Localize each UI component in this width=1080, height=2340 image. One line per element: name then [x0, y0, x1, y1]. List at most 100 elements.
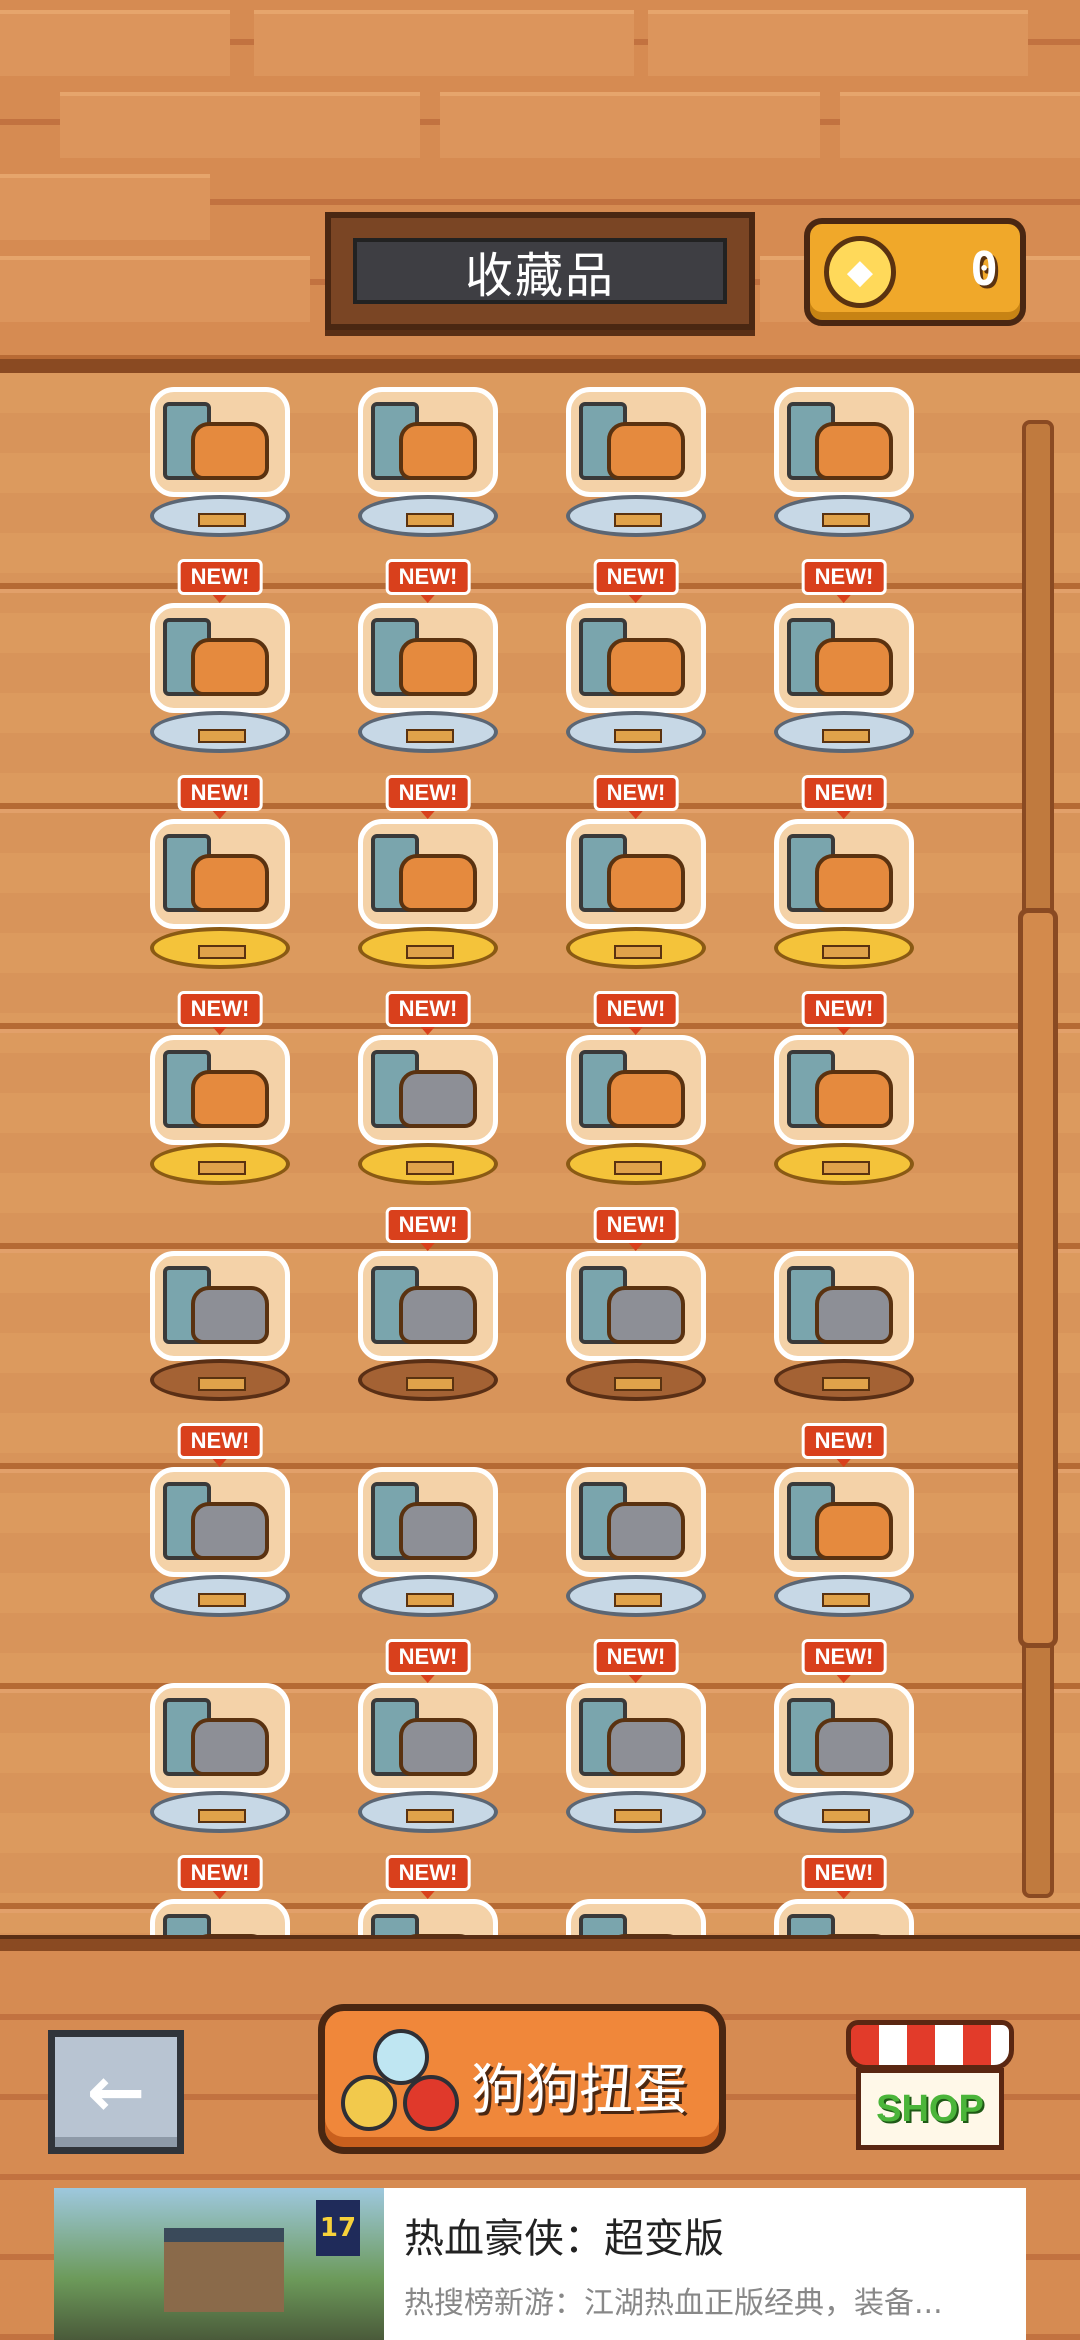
pedestal-silver	[358, 495, 498, 537]
dog-icon	[815, 422, 893, 480]
figurine-image	[774, 603, 914, 713]
collection-item-golden-bed-dog[interactable]: NEW!	[536, 991, 736, 1205]
new-badge: NEW!	[801, 1855, 887, 1899]
figurine-image	[358, 1899, 498, 1935]
pedestal-plaque	[822, 513, 870, 527]
figurine-image	[566, 1467, 706, 1577]
cat-icon	[399, 1286, 477, 1344]
cat-icon	[607, 1286, 685, 1344]
figurine-image	[150, 603, 290, 713]
pedestal-silver	[150, 1575, 290, 1617]
gold-coin-icon: ◆	[824, 236, 896, 308]
collection-item-flower-bed[interactable]	[536, 373, 736, 557]
dog-icon	[607, 1070, 685, 1128]
collection-item-gray-cat-sitting[interactable]	[120, 1211, 320, 1421]
collection-item-tea-party-dog[interactable]: NEW!	[744, 559, 944, 773]
collection-item-sofa-dog[interactable]	[120, 373, 320, 557]
collection-item-sofa-dog-cat[interactable]	[536, 1427, 736, 1637]
collection-item-tv-stand[interactable]	[328, 373, 528, 557]
collection-item-red-cushion-dog[interactable]	[744, 373, 944, 557]
new-badge: NEW!	[593, 1207, 679, 1251]
new-badge: NEW!	[385, 559, 471, 603]
collection-item-arched-door-cat[interactable]	[120, 1643, 320, 1853]
pedestal-plaque	[406, 1593, 454, 1607]
figurine-image	[774, 1035, 914, 1145]
pedestal-silver	[566, 1575, 706, 1617]
pedestal-gold	[150, 1143, 290, 1185]
figurine-image	[566, 819, 706, 929]
pedestal-bronze	[774, 1359, 914, 1401]
collection-item-dog-and-cat-duo[interactable]	[328, 1427, 528, 1637]
collection-item-floor-lamp-cat[interactable]: NEW!	[328, 1207, 528, 1421]
figurine-image	[774, 819, 914, 929]
back-button[interactable]: ←	[48, 2030, 184, 2154]
collection-item-plant-stool-cat[interactable]	[744, 1211, 944, 1421]
pedestal-plaque	[614, 1809, 662, 1823]
dog-icon	[191, 638, 269, 696]
figurine-image	[566, 1035, 706, 1145]
collection-item-gacha-capsule-cat[interactable]: NEW!	[328, 991, 528, 1205]
scrollbar-thumb[interactable]	[1018, 908, 1058, 1648]
collection-item-round-window-pets[interactable]: NEW!	[744, 1423, 944, 1637]
collection-item-dish-pile-dog[interactable]: NEW!	[744, 991, 944, 1205]
pedestal-plaque	[822, 729, 870, 743]
collection-item-table-chair-dog[interactable]: NEW!	[536, 775, 736, 989]
collection-item-kitchen-counter[interactable]: NEW!	[120, 1855, 320, 1935]
shop-button[interactable]: SHOP	[846, 2020, 1014, 2154]
gacha-label: 狗狗扭蛋	[471, 2058, 687, 2121]
collection-item-blue-cushion-cat[interactable]: NEW!	[744, 1639, 944, 1853]
new-badge: NEW!	[801, 775, 887, 819]
pedestal-bronze	[150, 1359, 290, 1401]
collection-shelf[interactable]: NEW! NEW! NEW! NEW! NEW! NEW! NEW! NEW! NEW! NEW!…	[0, 373, 1080, 1935]
collection-item-computer-desk-cat[interactable]: NEW!	[536, 1639, 736, 1853]
collection-item-window-cat[interactable]: NEW!	[120, 1423, 320, 1637]
ad-banner[interactable]: 17 热血豪侠：超变版 热搜榜新游：江湖热血正版经典，装备...	[54, 2188, 1026, 2340]
new-badge: NEW!	[593, 1639, 679, 1683]
pedestal-plaque	[198, 1593, 246, 1607]
figurine-image	[358, 1467, 498, 1577]
figurine-image	[150, 1683, 290, 1793]
new-badge: NEW!	[385, 1207, 471, 1251]
dog-icon	[191, 422, 269, 480]
figurine-image	[566, 1899, 706, 1935]
pedestal-plaque	[406, 513, 454, 527]
dog-icon	[815, 1070, 893, 1128]
collection-item-bathtub-dog[interactable]: NEW!	[120, 775, 320, 989]
pedestal-silver	[150, 495, 290, 537]
pedestal-plaque	[198, 1377, 246, 1391]
coin-count: 0	[970, 242, 998, 296]
dog-gacha-button[interactable]: 狗狗扭蛋	[318, 2004, 726, 2154]
pedestal-gold	[566, 1143, 706, 1185]
collection-item-glass-dome-cat[interactable]	[536, 1859, 736, 1935]
pedestal-plaque	[614, 945, 662, 959]
cat-icon	[607, 1718, 685, 1776]
cat-icon	[815, 1718, 893, 1776]
collection-item-pets-group[interactable]: NEW!	[328, 1855, 528, 1935]
figurine-image	[566, 387, 706, 497]
pedestal-plaque	[198, 945, 246, 959]
furniture-icon	[371, 1914, 419, 1935]
collection-item-owner-with-dog[interactable]: NEW!	[120, 559, 320, 773]
pedestal-gold	[774, 1143, 914, 1185]
figurine-image	[774, 387, 914, 497]
ad-image: 17	[54, 2188, 384, 2340]
collection-item-balloon-dog[interactable]: NEW!	[536, 559, 736, 773]
cat-icon	[607, 1502, 685, 1560]
left-arrow-icon: ←	[86, 2051, 146, 2133]
collection-item-fridge-cat[interactable]: NEW!	[536, 1207, 736, 1421]
dog-icon	[607, 422, 685, 480]
collection-item-tea-set-dog[interactable]: NEW!	[120, 991, 320, 1205]
figurine-image	[566, 1251, 706, 1361]
collection-item-armchair-cat[interactable]: NEW!	[328, 1639, 528, 1853]
collection-item-arched-door[interactable]: NEW!	[744, 775, 944, 989]
pedestal-silver	[150, 711, 290, 753]
pedestal-silver	[358, 1791, 498, 1833]
pedestal-plaque	[198, 513, 246, 527]
collection-item-mirror-dog[interactable]: NEW!	[328, 775, 528, 989]
ad-temple-image	[164, 2228, 284, 2312]
collection-item-dining-table-dog[interactable]: NEW!	[328, 559, 528, 773]
collection-item-white-dog-pair[interactable]: NEW!	[744, 1855, 944, 1935]
cat-icon	[191, 1502, 269, 1560]
dog-icon	[191, 1070, 269, 1128]
cat-icon	[815, 1286, 893, 1344]
